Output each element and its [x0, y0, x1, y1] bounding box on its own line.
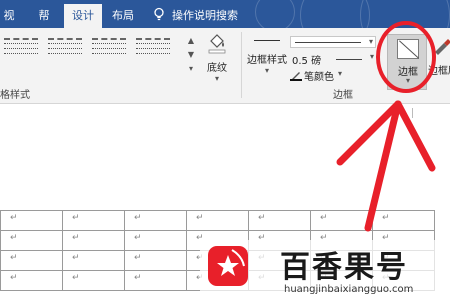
table-cell[interactable]: ↵ [0, 230, 63, 251]
table-cell[interactable]: ↵ [62, 230, 125, 251]
table-cell[interactable]: ↵ [62, 250, 125, 271]
ruler [0, 104, 450, 118]
table-cell[interactable]: ↵ [124, 210, 187, 231]
pen-style-preview [295, 42, 361, 43]
pen-icon [290, 72, 302, 81]
watermark-title: 百香果号 [280, 250, 408, 285]
tab-view[interactable]: 视图 [0, 4, 24, 28]
borders-icon [397, 39, 419, 59]
table-cell[interactable]: ↵ [124, 230, 187, 251]
border-styles-button[interactable]: 边框样式 ▾ [246, 32, 288, 84]
watermark-logo-icon [208, 246, 248, 286]
table-cell[interactable]: ↵ [0, 250, 63, 271]
table-style-thumbnail[interactable] [90, 36, 128, 60]
watermark-url: huangjinbaixiangguo.com [284, 284, 414, 295]
shading-label: 底纹 [207, 63, 227, 74]
ribbon-tab-bar: 视图 帮助 设计 布局 操作说明搜索 [0, 0, 450, 28]
group-label-table-styles: 格样式 [0, 90, 30, 101]
pen-weight-preview [336, 59, 362, 60]
table-cell[interactable]: ↵ [62, 270, 125, 291]
chevron-down-icon: ▾ [368, 37, 373, 46]
chevron-down-icon: ▾ [338, 69, 343, 78]
ribbon-panel: ▲ ▼ ▾ 格样式 底纹 ▾ 边框样式 ▾ ▾ 0.5 磅 ▾ 笔颜色 ▾ 边框 [0, 28, 450, 104]
chevron-down-icon: ▾ [369, 52, 374, 61]
table-cell[interactable]: ↵ [0, 270, 63, 291]
pen-weight-select[interactable]: 0.5 磅 ▾ [290, 52, 376, 67]
gallery-scroll-up-icon[interactable]: ▲ [186, 36, 196, 46]
tab-layout[interactable]: 布局 [106, 4, 140, 28]
border-painter-label: 边框刷 [428, 66, 450, 77]
decorative-circle [360, 0, 450, 28]
pen-weight-value: 0.5 磅 [292, 56, 322, 67]
table-cell[interactable]: ↵ [0, 210, 63, 231]
table-style-thumbnail[interactable] [134, 36, 172, 60]
table-cell[interactable]: ↵ [372, 210, 435, 231]
gallery-more-icon[interactable]: ▾ [186, 64, 196, 74]
chevron-down-icon: ▾ [405, 76, 410, 85]
lightbulb-icon[interactable] [152, 7, 166, 21]
paintbrush-icon [435, 39, 450, 55]
border-styles-label: 边框样式 [247, 55, 287, 66]
tab-design[interactable]: 设计 [64, 4, 102, 28]
group-separator [241, 32, 242, 98]
chevron-down-icon: ▾ [264, 66, 269, 75]
border-painter-button[interactable]: 边框刷 [428, 34, 450, 90]
paint-bucket-icon [208, 34, 226, 54]
watermark: 百香果号 huangjinbaixiangguo.com [200, 240, 450, 300]
shading-button[interactable]: 底纹 ▾ [202, 32, 232, 83]
table-cell[interactable]: ↵ [310, 210, 373, 231]
table-style-thumbnail[interactable] [2, 36, 40, 60]
border-style-preview-icon [254, 40, 280, 41]
pen-color-label: 笔颜色 [304, 72, 334, 83]
table-cell[interactable]: ↵ [62, 210, 125, 231]
table-cell[interactable]: ↵ [124, 270, 187, 291]
group-label-borders: 边框 [333, 90, 353, 101]
tell-me-search[interactable]: 操作说明搜索 [172, 4, 238, 28]
tab-help[interactable]: 帮助 [28, 4, 60, 28]
pen-style-select[interactable]: ▾ [290, 36, 376, 48]
gallery-scroll-down-icon[interactable]: ▼ [186, 50, 196, 60]
table-style-thumbnail[interactable] [46, 36, 84, 60]
table-cell[interactable]: ↵ [186, 210, 249, 231]
table-cell[interactable]: ↵ [124, 250, 187, 271]
table-cell[interactable]: ↵ [248, 210, 311, 231]
chevron-down-icon: ▾ [214, 74, 219, 83]
table-row: ↵↵↵↵↵↵↵ [0, 210, 435, 231]
decorative-circle [255, 0, 295, 28]
pen-color-button[interactable]: 笔颜色 ▾ [290, 68, 360, 83]
borders-button[interactable]: 边框 ▾ [387, 34, 427, 90]
